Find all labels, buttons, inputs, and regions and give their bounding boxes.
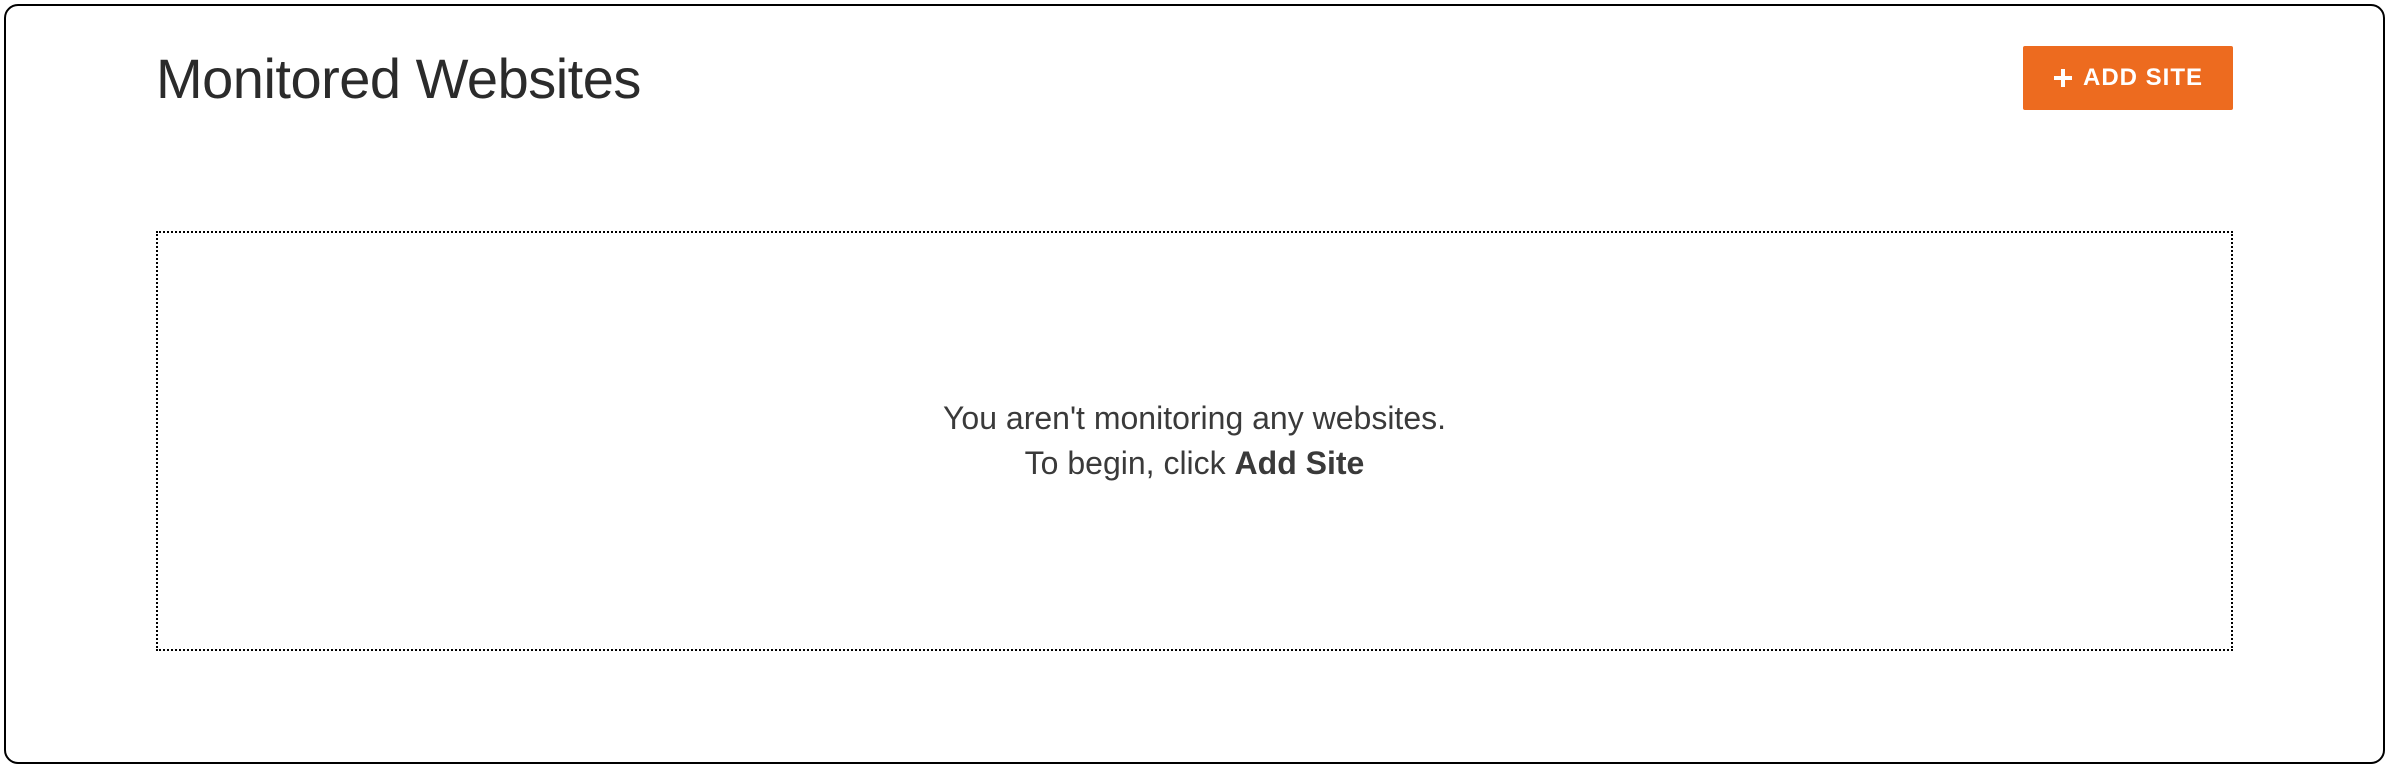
add-site-button[interactable]: ADD SITE — [2023, 46, 2233, 110]
empty-state-line2-prefix: To begin, click — [1025, 445, 1235, 481]
empty-state-box: You aren't monitoring any websites. To b… — [156, 231, 2233, 651]
plus-icon — [2053, 68, 2073, 88]
empty-state-line1: You aren't monitoring any websites. — [943, 396, 1446, 441]
header-row: Monitored Websites ADD SITE — [156, 46, 2233, 111]
empty-state-line2-bold: Add Site — [1235, 445, 1365, 481]
page-title: Monitored Websites — [156, 46, 641, 111]
add-site-button-label: ADD SITE — [2083, 64, 2203, 92]
empty-state-line2: To begin, click Add Site — [1025, 441, 1365, 486]
monitored-websites-panel: Monitored Websites ADD SITE You aren't m… — [4, 4, 2385, 764]
